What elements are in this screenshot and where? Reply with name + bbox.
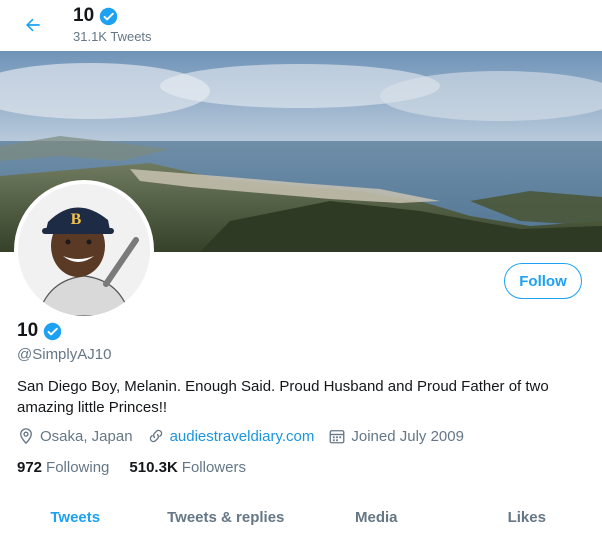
followers-count: 510.3K (129, 459, 178, 476)
avatar-frame[interactable]: B (14, 180, 154, 320)
link-icon (149, 429, 162, 443)
tab-likes[interactable]: Likes (452, 495, 602, 540)
website[interactable]: audiestraveldiary.com (147, 427, 315, 445)
following-count: 972 (17, 459, 43, 476)
back-arrow-icon (26, 18, 40, 32)
tab-tweets-and-replies[interactable]: Tweets & replies (151, 495, 302, 540)
profile-tabs: Tweets Tweets & replies Media Likes (0, 495, 602, 540)
profile-bio: San Diego Boy, Melanin. Enough Said. Pro… (17, 378, 549, 416)
header-name: 10 (73, 5, 95, 26)
avatar-image: B (18, 184, 150, 316)
profile-meta: Osaka, Japan audiestraveldiary.com Joine… (17, 427, 478, 445)
follow-button[interactable]: Follow (504, 263, 582, 299)
profile-display-name: 10 (17, 320, 39, 341)
followers-stat[interactable]: 510.3K Followers (129, 459, 246, 476)
location: Osaka, Japan (17, 427, 133, 445)
profile-stats: 972 Following 510.3K Followers (17, 459, 266, 476)
location-pin-icon (20, 428, 32, 445)
following-stat[interactable]: 972 Following (17, 459, 109, 476)
profile-handle: @SimplyAJ10 (17, 346, 112, 363)
back-button[interactable] (18, 10, 48, 40)
tab-media[interactable]: Media (301, 495, 452, 540)
top-bar: 10 31.1K Tweets (0, 0, 602, 51)
profile-name: 10 (17, 320, 62, 342)
calendar-icon (329, 430, 345, 444)
tweet-count: 31.1K Tweets (73, 29, 152, 44)
website-link[interactable]: audiestraveldiary.com (170, 428, 315, 445)
tab-tweets[interactable]: Tweets (0, 495, 151, 540)
svg-text:B: B (71, 211, 82, 228)
verified-badge-icon (99, 7, 118, 25)
location-text: Osaka, Japan (40, 427, 133, 445)
following-label: Following (46, 459, 110, 476)
joined-text: Joined July 2009 (351, 427, 464, 445)
joined-date: Joined July 2009 (328, 427, 464, 445)
header-title: 10 (73, 5, 118, 27)
verified-badge-icon (43, 322, 62, 340)
avatar: B (18, 184, 150, 316)
followers-label: Followers (181, 459, 246, 476)
